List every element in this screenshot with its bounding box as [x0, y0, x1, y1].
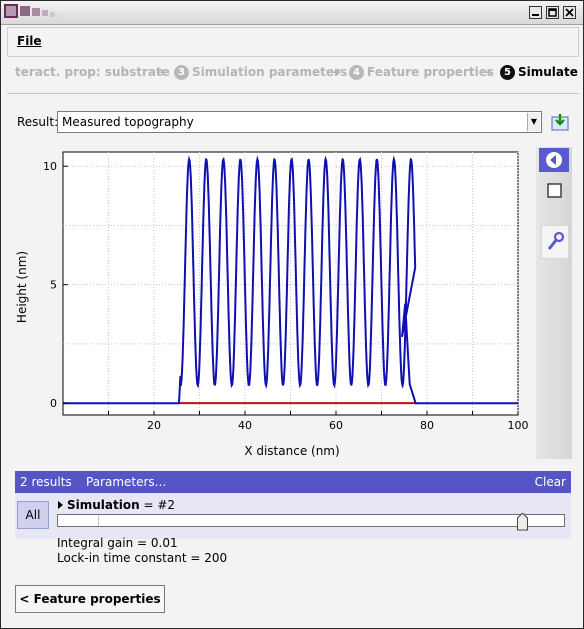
- divider: [7, 93, 579, 94]
- lockin-time-text: Lock-in time constant = 200: [57, 551, 228, 565]
- step-number: 5: [500, 65, 515, 80]
- result-select[interactable]: Measured topography ▼: [57, 111, 542, 133]
- step-label: teract. prop: substrate: [15, 65, 170, 79]
- results-header: 2 results Parameters... Clear: [15, 471, 571, 493]
- step-label: Feature properties: [367, 65, 494, 79]
- menu-file-label: File: [17, 34, 42, 48]
- results-body: All Simulation = #2: [15, 493, 571, 539]
- step-label: Simulation parameters: [192, 65, 348, 79]
- results-count: 2 results: [20, 475, 72, 489]
- all-button[interactable]: All: [17, 501, 49, 529]
- chart-toolbar: [536, 147, 572, 459]
- title-bar: [1, 1, 583, 25]
- step-simulate[interactable]: 5 Simulate: [500, 65, 578, 80]
- arrow-right-icon: ➜: [482, 65, 493, 79]
- arrow-right-icon: ➜: [156, 65, 167, 79]
- x-tick-label: 100: [508, 419, 529, 432]
- result-label: Result:: [17, 115, 59, 129]
- y-tick-label: 10: [43, 160, 57, 173]
- topography-chart: 20 40 60 80 100 0 5 10 X distance (nm) Height (…: [15, 151, 529, 458]
- simulation-value: = #2: [143, 498, 176, 512]
- chevron-down-icon[interactable]: ▼: [527, 113, 540, 131]
- arrow-right-icon: ➜: [331, 65, 342, 79]
- integral-gain-text: Integral gain = 0.01: [57, 536, 178, 550]
- select-area-icon[interactable]: [539, 179, 569, 203]
- clear-button[interactable]: Clear: [535, 475, 566, 489]
- export-save-icon[interactable]: [550, 112, 570, 132]
- results-slider[interactable]: [57, 514, 565, 527]
- x-tick-label: 60: [329, 419, 343, 432]
- main-window: File teract. prop: substrate ➜ 3 Simulati…: [0, 0, 584, 629]
- result-selected-value: Measured topography: [62, 115, 194, 129]
- x-axis-label: X distance (nm): [244, 444, 339, 458]
- menu-bar: File: [7, 27, 579, 57]
- expander-triangle-icon[interactable]: [58, 501, 63, 509]
- step-number: 4: [349, 65, 364, 80]
- back-feature-properties-button[interactable]: < Feature properties: [15, 585, 165, 613]
- app-logo-icon: [4, 4, 66, 18]
- x-tick-label: 80: [420, 419, 434, 432]
- maximize-button[interactable]: [546, 6, 559, 19]
- close-button[interactable]: [563, 6, 576, 19]
- simulation-expander[interactable]: Simulation = #2: [58, 498, 175, 512]
- x-tick-label: 20: [147, 419, 161, 432]
- simulation-name: Simulation: [67, 498, 140, 512]
- step-simulation-parameters[interactable]: 3 Simulation parameters: [174, 65, 347, 80]
- x-tick-label: 40: [238, 419, 252, 432]
- menu-file[interactable]: File: [17, 34, 42, 48]
- step-interaction-substrate[interactable]: teract. prop: substrate: [15, 65, 170, 79]
- wrench-settings-icon[interactable]: [541, 225, 569, 259]
- y-axis-label: Height (nm): [15, 251, 29, 323]
- collapse-left-icon[interactable]: [539, 148, 569, 172]
- y-tick-label: 5: [50, 279, 57, 292]
- slider-handle[interactable]: [516, 513, 528, 531]
- y-tick-label: 0: [50, 397, 57, 410]
- parameters-link[interactable]: Parameters...: [86, 475, 166, 489]
- minimize-button[interactable]: [529, 6, 542, 19]
- step-label: Simulate: [518, 65, 578, 79]
- step-feature-properties[interactable]: 4 Feature properties: [349, 65, 494, 80]
- step-number: 3: [174, 65, 189, 80]
- slider-tick: [98, 515, 99, 526]
- wizard-steps: teract. prop: substrate ➜ 3 Simulation pa…: [15, 65, 578, 85]
